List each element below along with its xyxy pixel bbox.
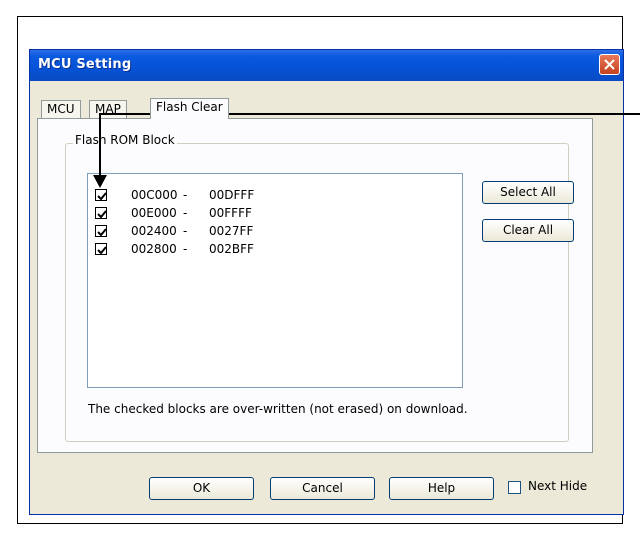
close-icon (604, 59, 615, 70)
cancel-button[interactable]: Cancel (270, 477, 375, 500)
tab-map-label: MAP (95, 102, 121, 116)
block-checkbox[interactable] (95, 243, 107, 255)
tab-flash-clear[interactable]: Flash Clear (150, 98, 229, 119)
checkmark-icon (97, 210, 107, 219)
block-start: 002800 (131, 242, 177, 256)
title-bar[interactable]: MCU Setting (30, 50, 623, 81)
select-all-button[interactable]: Select All (482, 181, 574, 204)
block-separator: - (183, 224, 188, 238)
block-end: 002BFF (209, 242, 254, 256)
next-hide-checkbox[interactable] (508, 481, 521, 494)
checkmark-icon (97, 192, 107, 201)
dialog-title: MCU Setting (38, 57, 132, 72)
block-separator: - (183, 206, 188, 220)
help-button[interactable]: Help (389, 477, 494, 500)
flash-block-list: 00C000 - 00DFFF 00E000 - 00FFFF 002400 -… (87, 173, 463, 388)
checkmark-icon (97, 228, 107, 237)
clear-all-button[interactable]: Clear All (482, 219, 574, 242)
block-checkbox[interactable] (95, 207, 107, 219)
block-start: 00E000 (131, 206, 177, 220)
block-checkbox[interactable] (95, 189, 107, 201)
checkmark-icon (97, 246, 107, 255)
ok-button[interactable]: OK (149, 477, 254, 500)
tab-mcu[interactable]: MCU (41, 100, 81, 118)
close-button[interactable] (599, 54, 620, 75)
tab-map[interactable]: MAP (89, 100, 127, 118)
block-checkbox[interactable] (95, 225, 107, 237)
tab-mcu-label: MCU (47, 102, 75, 116)
block-start: 00C000 (131, 188, 178, 202)
block-start: 002400 (131, 224, 177, 238)
block-end: 00DFFF (209, 188, 255, 202)
block-separator: - (183, 188, 188, 202)
tab-flash-clear-label: Flash Clear (156, 100, 223, 114)
block-separator: - (183, 242, 188, 256)
next-hide-label: Next Hide (528, 479, 588, 493)
download-note: The checked blocks are over-written (not… (88, 402, 468, 416)
block-end: 0027FF (209, 224, 254, 238)
group-label: Flash ROM Block (73, 133, 177, 147)
block-end: 00FFFF (209, 206, 252, 220)
